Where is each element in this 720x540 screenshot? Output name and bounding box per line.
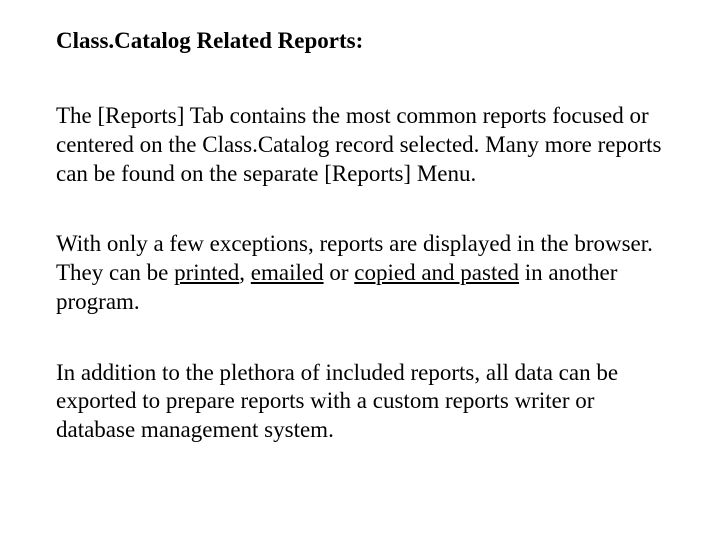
p2-text-b: , <box>239 260 251 285</box>
underline-copied-pasted: copied and pasted <box>354 260 519 285</box>
section-heading: Class.Catalog Related Reports: <box>56 28 664 54</box>
paragraph-1: The [Reports] Tab contains the most comm… <box>56 102 664 188</box>
underline-printed: printed <box>174 260 239 285</box>
underline-emailed: emailed <box>251 260 324 285</box>
document-page: Class.Catalog Related Reports: The [Repo… <box>0 0 720 473</box>
p2-text-c: or <box>324 260 355 285</box>
paragraph-2: With only a few exceptions, reports are … <box>56 230 664 316</box>
paragraph-3: In addition to the plethora of included … <box>56 359 664 445</box>
